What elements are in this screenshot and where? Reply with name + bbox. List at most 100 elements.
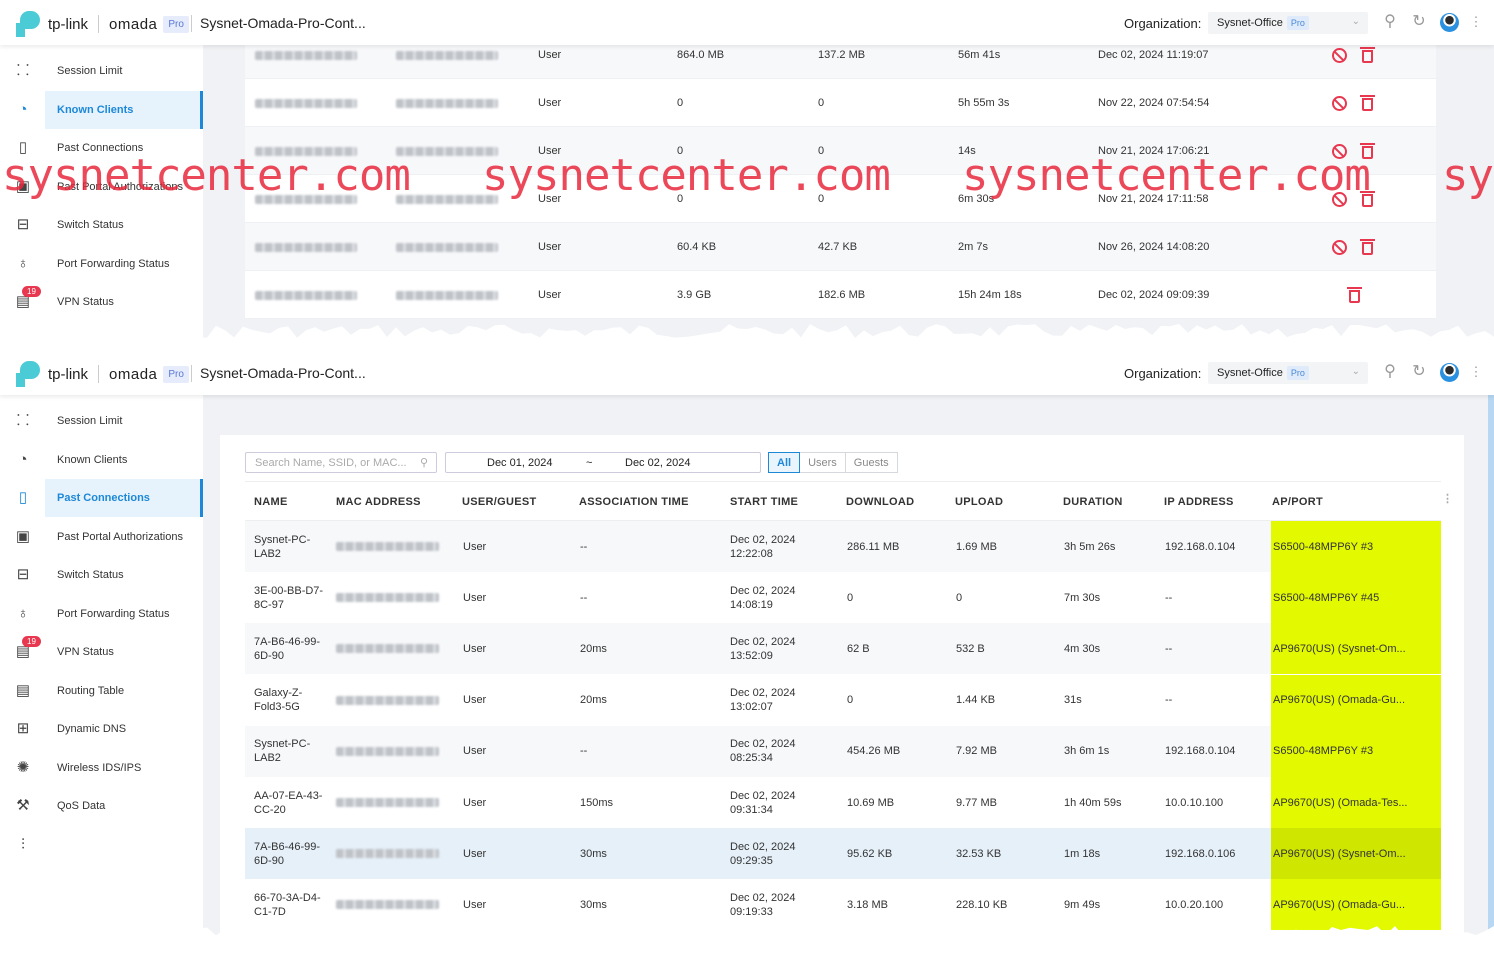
sidebar-item-port-forwarding-status[interactable]: Port Forwarding Status: [45, 245, 203, 283]
table-row[interactable]: User 0 0 5h 55m 3s Nov 22, 2024 07:54:54: [245, 79, 1436, 127]
start-time: 08:25:34: [730, 752, 773, 765]
avatar[interactable]: [1440, 363, 1459, 382]
pie-chart-icon[interactable]: ◔: [12, 449, 34, 471]
start-time: 13:02:07: [730, 701, 773, 714]
device-icon[interactable]: ▣: [12, 526, 34, 548]
block-icon[interactable]: [1332, 96, 1347, 111]
bulb-icon[interactable]: ♁: [12, 603, 34, 625]
column-header[interactable]: DOWNLOAD: [846, 496, 914, 508]
refresh-icon[interactable]: ↻: [1410, 363, 1428, 381]
column-header[interactable]: ASSOCIATION TIME: [579, 496, 689, 508]
search-icon: ⚲: [419, 457, 428, 469]
insight-icon[interactable]: ⫶: [12, 834, 34, 856]
client-name[interactable]: Sysnet-PC-LAB2: [254, 521, 324, 572]
dashboard-icon[interactable]: ⸬: [12, 410, 34, 432]
sidebar-item-label: Known Clients: [57, 103, 134, 116]
start-date: Dec 02, 2024: [730, 584, 796, 597]
more-icon[interactable]: ⋮: [1467, 363, 1485, 381]
dashboard-icon[interactable]: ⸬: [12, 60, 34, 82]
ids-icon[interactable]: ✺: [12, 757, 34, 779]
sidebar-item-vpn-status[interactable]: VPN Status: [45, 283, 203, 321]
table-row[interactable]: Sysnet-PC-LAB2 User -- Dec 02, 2024 08:25…: [245, 725, 1441, 777]
table-row[interactable]: User 3.9 GB 182.6 MB 15h 24m 18s Dec 02,…: [245, 271, 1436, 319]
table-row[interactable]: 3E-00-BB-D7-8C-97 User -- Dec 02, 2024 14…: [245, 572, 1441, 624]
column-header[interactable]: UPLOAD: [955, 496, 1003, 508]
delete-icon[interactable]: [1360, 47, 1375, 63]
switch-icon[interactable]: ⊟: [12, 564, 34, 586]
org-select[interactable]: Sysnet-Office Pro ⌄: [1208, 362, 1368, 384]
sidebar-item-qos-data[interactable]: QoS Data: [45, 787, 203, 825]
column-header[interactable]: USER/GUEST: [462, 496, 537, 508]
search-icon[interactable]: ⚲: [1381, 13, 1399, 31]
more-icon[interactable]: ⋮: [1467, 13, 1485, 31]
delete-icon[interactable]: [1347, 287, 1362, 303]
table-row[interactable]: 7A-B6-46-99-6D-90 User 20ms Dec 02, 2024…: [245, 623, 1441, 675]
client-name[interactable]: 3E-00-BB-D7-8C-97: [254, 572, 324, 623]
table-row[interactable]: AA-07-EA-43-CC-20 User 150ms Dec 02, 202…: [245, 777, 1441, 828]
column-settings-icon[interactable]: ⋮: [1442, 492, 1453, 505]
ap-port[interactable]: AP9670(US) (Omada-Gu...: [1273, 675, 1405, 726]
search-input[interactable]: Search Name, SSID, or MAC... ⚲: [245, 452, 437, 473]
pie-chart-icon[interactable]: ◔: [12, 99, 34, 121]
table-row[interactable]: User 60.4 KB 42.7 KB 2m 7s Nov 26, 2024 …: [245, 223, 1436, 271]
upload: 1.44 KB: [956, 694, 996, 707]
bulb-icon[interactable]: ♁: [12, 253, 34, 275]
document-icon[interactable]: ▤: [12, 680, 34, 702]
column-header[interactable]: START TIME: [730, 496, 798, 508]
client-name[interactable]: 7A-B6-46-99-6D-90: [254, 828, 324, 879]
refresh-icon[interactable]: ↻: [1410, 13, 1428, 31]
sidebar-item-session-limit[interactable]: Session Limit: [45, 52, 203, 90]
sidebar-item-vpn-status[interactable]: VPN Status: [45, 633, 203, 671]
delete-icon[interactable]: [1360, 239, 1375, 255]
sidebar-item-known-clients[interactable]: Known Clients: [45, 90, 203, 129]
wrench-icon[interactable]: ⚒: [12, 795, 34, 817]
avatar[interactable]: [1440, 13, 1459, 32]
switch-icon[interactable]: ⊟: [12, 214, 34, 236]
sidebar-item-switch-status[interactable]: Switch Status: [45, 206, 203, 244]
table-row[interactable]: 7A-B6-46-99-6D-90 User 30ms Dec 02, 2024…: [245, 828, 1441, 880]
column-header[interactable]: IP ADDRESS: [1164, 496, 1234, 508]
filter-all[interactable]: All: [768, 452, 801, 473]
block-icon[interactable]: [1332, 240, 1347, 255]
date-range-picker[interactable]: Dec 01, 2024 ~ Dec 02, 2024: [445, 452, 761, 473]
ap-port[interactable]: AP9670(US) (Sysnet-Om...: [1273, 623, 1406, 674]
sidebar-item-wireless-ids-ips[interactable]: Wireless IDS/IPS: [45, 749, 203, 787]
org-select[interactable]: Sysnet-Office Pro ⌄: [1208, 12, 1368, 34]
delete-icon[interactable]: [1360, 95, 1375, 111]
ap-port[interactable]: S6500-48MPP6Y #3: [1273, 521, 1373, 572]
ap-port[interactable]: AP9670(US) (Omada-Tes...: [1273, 777, 1408, 828]
block-icon[interactable]: [1332, 48, 1347, 63]
download: 95.62 KB: [847, 847, 893, 860]
ap-port[interactable]: S6500-48MPP6Y #3: [1273, 726, 1373, 777]
site-name[interactable]: Sysnet-Omada-Pro-Cont...: [191, 365, 366, 382]
ap-port[interactable]: AP9670(US) (Sysnet-Om...: [1273, 828, 1406, 879]
column-header[interactable]: AP/PORT: [1272, 496, 1323, 508]
column-header[interactable]: DURATION: [1063, 496, 1123, 508]
sidebar-item-routing-table[interactable]: Routing Table: [45, 672, 203, 710]
sidebar-item-past-portal-authorizations[interactable]: Past Portal Authorizations: [45, 518, 203, 556]
sidebar-item-port-forwarding-status[interactable]: Port Forwarding Status: [45, 595, 203, 633]
filter-users[interactable]: Users: [799, 452, 846, 473]
sidebar-item-known-clients[interactable]: Known Clients: [45, 441, 203, 479]
sidebar-item-switch-status[interactable]: Switch Status: [45, 556, 203, 594]
search-icon[interactable]: ⚲: [1381, 363, 1399, 381]
column-header[interactable]: NAME: [254, 496, 288, 508]
table-row[interactable]: Galaxy-Z-Fold3-5G User 20ms Dec 02, 2024…: [245, 674, 1441, 726]
client-name[interactable]: 7A-B6-46-99-6D-90: [254, 623, 324, 674]
sidebar-item-dynamic-dns[interactable]: Dynamic DNS: [45, 710, 203, 748]
client-name[interactable]: AA-07-EA-43-CC-20: [254, 777, 324, 828]
site-name[interactable]: Sysnet-Omada-Pro-Cont...: [191, 15, 366, 32]
sidebar-item-session-limit[interactable]: Session Limit: [45, 402, 203, 440]
map-icon[interactable]: ▯: [12, 487, 34, 509]
client-type: User: [463, 642, 487, 655]
sidebar-item-past-connections[interactable]: Past Connections: [45, 479, 203, 517]
ap-port[interactable]: S6500-48MPP6Y #45: [1273, 572, 1379, 623]
client-name[interactable]: Sysnet-PC-LAB2: [254, 726, 324, 777]
filter-guests[interactable]: Guests: [844, 452, 898, 473]
dns-icon[interactable]: ⊞: [12, 718, 34, 740]
column-header[interactable]: MAC ADDRESS: [336, 496, 421, 508]
org-badge: Pro: [1286, 366, 1309, 380]
client-name[interactable]: Galaxy-Z-Fold3-5G: [254, 675, 324, 726]
scrollbar[interactable]: [1488, 395, 1494, 955]
table-row[interactable]: Sysnet-PC-LAB2 User -- Dec 02, 2024 12:22…: [245, 521, 1441, 572]
